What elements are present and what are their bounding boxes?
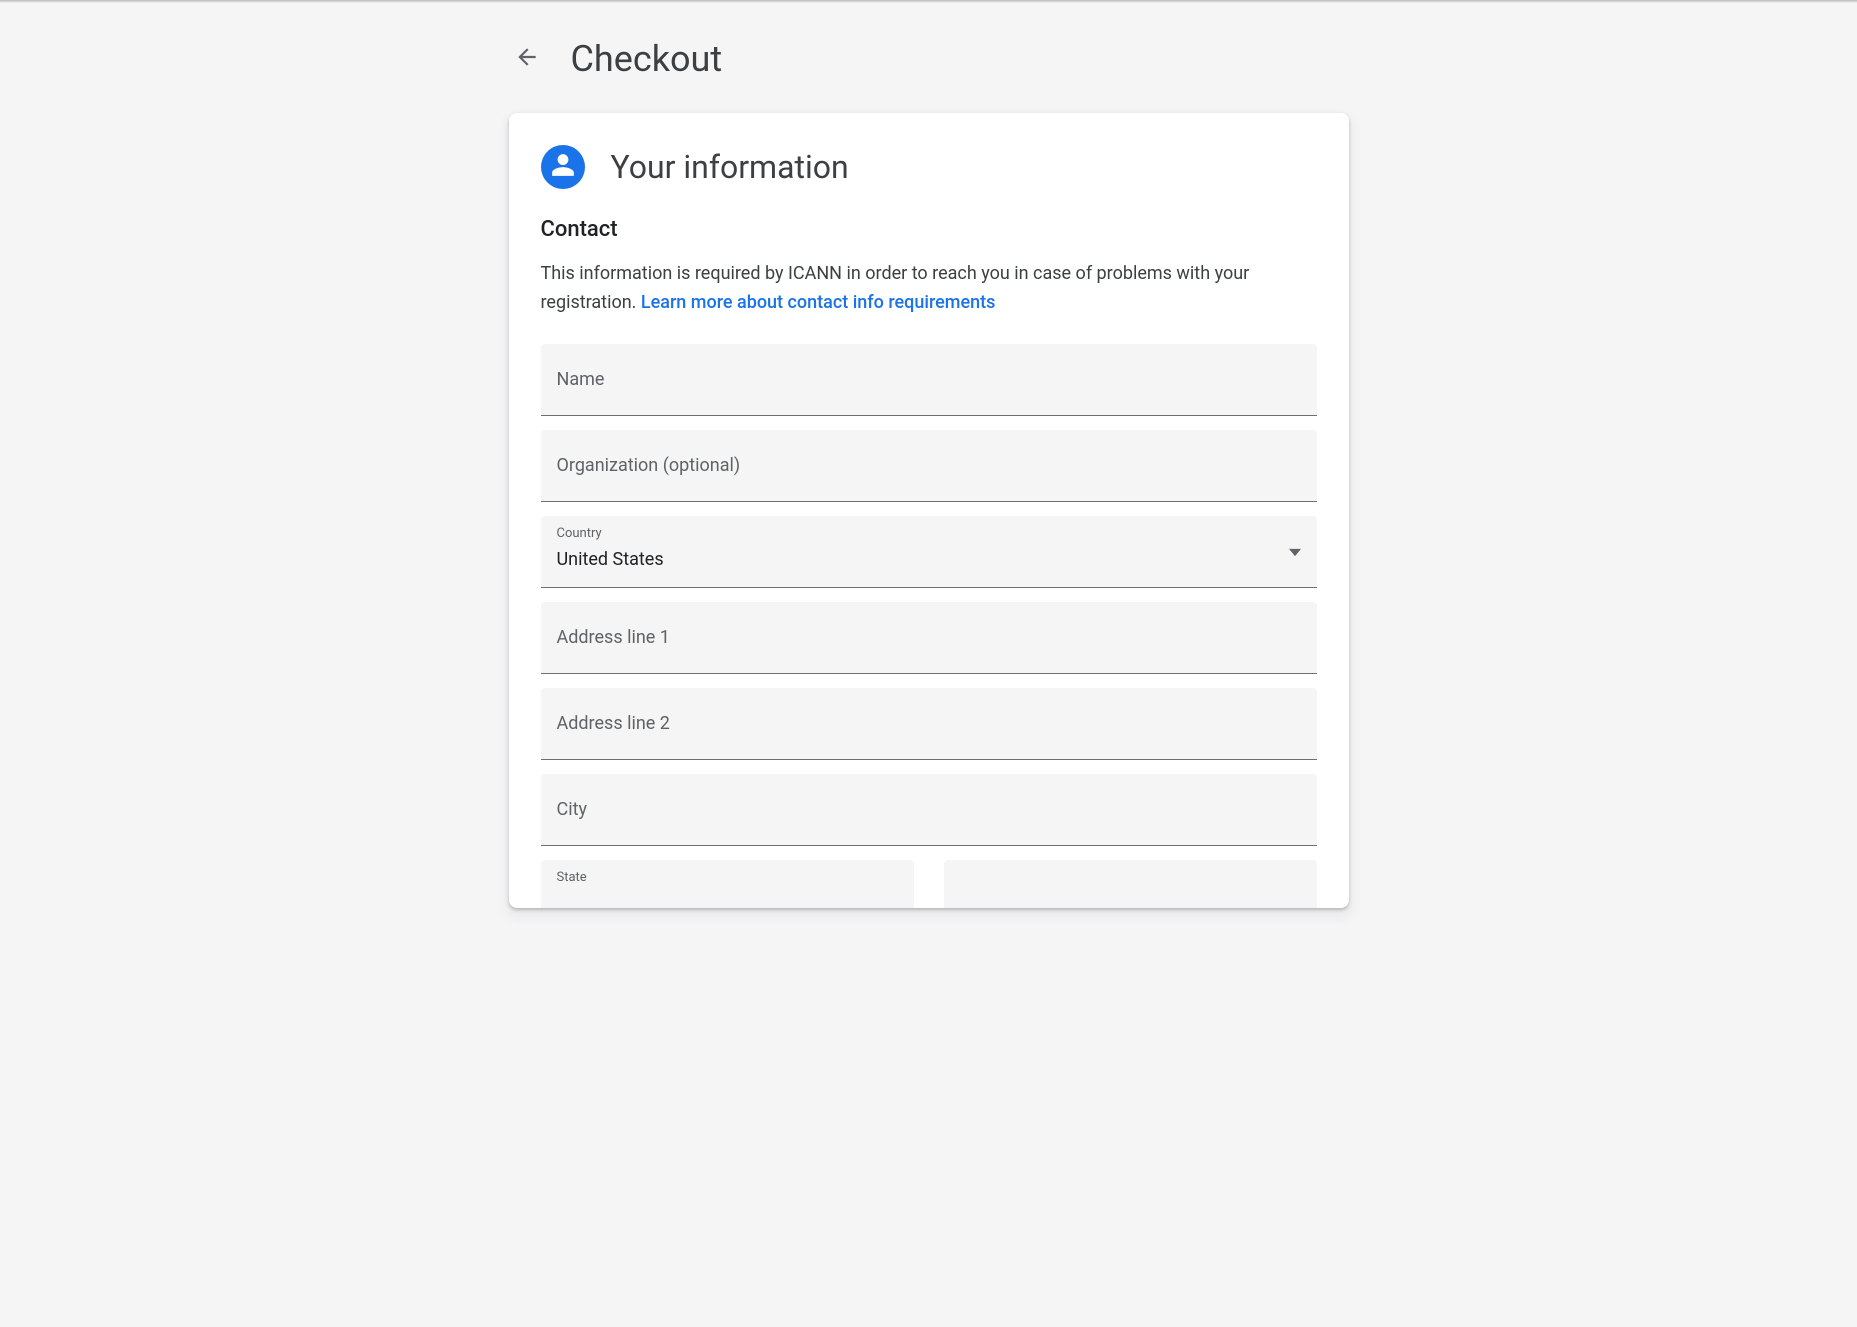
address1-placeholder: Address line 1 — [557, 627, 670, 648]
state-select[interactable]: State — [541, 860, 914, 908]
state-row: State — [541, 860, 1317, 908]
your-information-card: Your information Contact This informatio… — [509, 113, 1349, 908]
person-badge — [541, 145, 585, 189]
learn-more-link[interactable]: Learn more about contact info requiremen… — [641, 292, 996, 313]
back-button[interactable] — [503, 35, 551, 83]
address2-placeholder: Address line 2 — [557, 713, 670, 734]
name-placeholder: Name — [557, 369, 605, 390]
state-label: State — [557, 870, 587, 885]
address-line-2-field[interactable]: Address line 2 — [541, 688, 1317, 760]
organization-placeholder: Organization (optional) — [557, 455, 741, 476]
name-field[interactable]: Name — [541, 344, 1317, 416]
city-field[interactable]: City — [541, 774, 1317, 846]
country-label: Country — [557, 526, 602, 541]
card-title: Your information — [611, 148, 849, 186]
card-header: Your information — [541, 145, 1317, 189]
caret-down-icon — [1289, 542, 1301, 561]
contact-description: This information is required by ICANN in… — [541, 260, 1317, 318]
person-icon — [550, 152, 576, 182]
address-line-1-field[interactable]: Address line 1 — [541, 602, 1317, 674]
city-placeholder: City — [557, 799, 588, 820]
organization-field[interactable]: Organization (optional) — [541, 430, 1317, 502]
arrow-back-icon — [514, 44, 540, 74]
page-title: Checkout — [571, 38, 723, 80]
country-value: United States — [557, 549, 664, 570]
country-select[interactable]: Country United States — [541, 516, 1317, 588]
checkout-header: Checkout — [509, 3, 1349, 113]
second-partial-field[interactable] — [944, 860, 1317, 908]
contact-heading: Contact — [541, 217, 1317, 242]
